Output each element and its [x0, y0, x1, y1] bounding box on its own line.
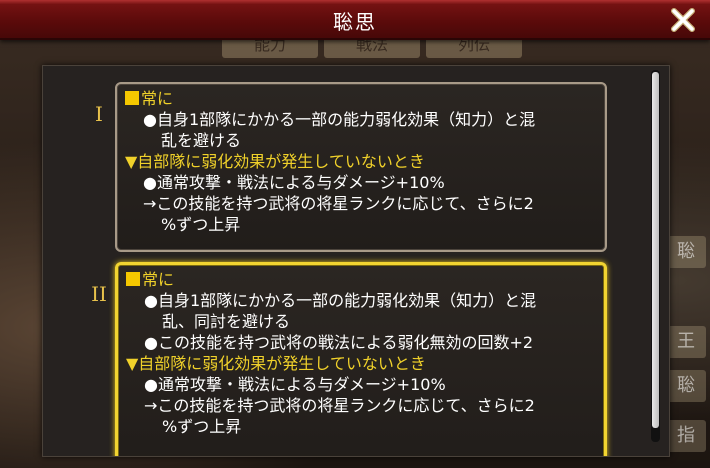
- title-bar: 聡思: [0, 0, 710, 40]
- level-line: →この技能を持つ武将の将星ランクに応じて、さらに2: [143, 194, 534, 213]
- yellow-square-icon: [126, 272, 140, 286]
- level-line-condition: ▼自部隊に弱化効果が発生していないとき: [125, 152, 425, 171]
- level-card-1[interactable]: 常に ●自身1部隊にかかる一部の能力弱化効果（知力）と混 乱を避ける ▼自部隊に…: [115, 82, 607, 252]
- level-numeral: I: [95, 102, 103, 126]
- background-side-button: 聡: [666, 236, 706, 268]
- level-line: 乱、同討を避ける: [162, 312, 291, 331]
- level-numeral: II: [91, 282, 107, 306]
- level-line-head: 常に: [125, 88, 597, 109]
- close-button[interactable]: [666, 4, 700, 36]
- level-line: ●この技能を持つ武将の戦法による弱化無効の回数+2: [144, 333, 534, 352]
- skill-detail-panel[interactable]: I 常に ●自身1部隊にかかる一部の能力弱化効果（知力）と混 乱を避ける ▼自部…: [42, 65, 670, 457]
- level-card-2[interactable]: 常に ●自身1部隊にかかる一部の能力弱化効果（知力）と混 乱、同討を避ける ●こ…: [115, 262, 607, 456]
- level-line: ●通常攻撃・戦法による与ダメージ+10%: [144, 375, 446, 394]
- level-line: ●自身1部隊にかかる一部の能力弱化効果（知力）と混: [143, 110, 536, 129]
- level-line: %ずつ上昇: [161, 215, 241, 234]
- close-x-icon: [671, 8, 695, 32]
- background-side-button: 聡: [666, 370, 706, 402]
- level-line: %ずつ上昇: [162, 417, 242, 436]
- level-line-head: 常に: [126, 269, 596, 290]
- level-line: 乱を避ける: [161, 131, 242, 150]
- yellow-square-icon: [125, 91, 139, 105]
- level-line-condition: ▼自部隊に弱化効果が発生していないとき: [126, 354, 426, 373]
- window-title: 聡思: [333, 10, 377, 34]
- background-side-button: 王: [666, 326, 706, 358]
- level-line: ●自身1部隊にかかる一部の能力弱化効果（知力）と混: [144, 291, 537, 310]
- scrollbar-thumb[interactable]: [652, 72, 659, 428]
- level-line: ●通常攻撃・戦法による与ダメージ+10%: [143, 173, 445, 192]
- level-line: →この技能を持つ武将の将星ランクに応じて、さらに2: [144, 396, 535, 415]
- background-side-button: 指: [666, 420, 706, 452]
